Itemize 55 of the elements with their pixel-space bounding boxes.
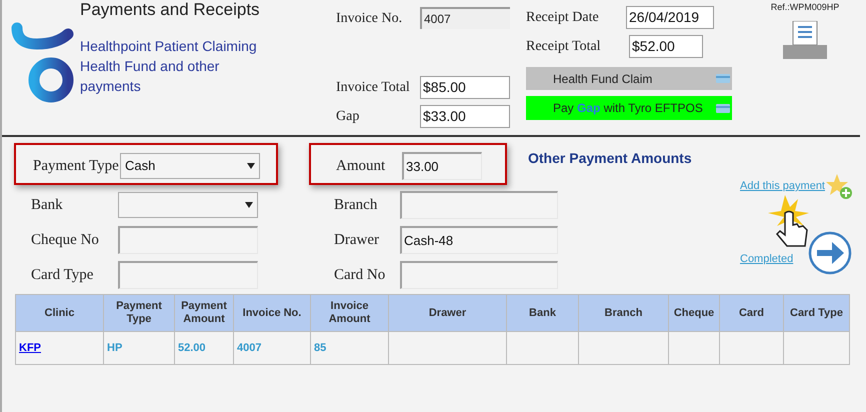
field-label: Cheque No xyxy=(31,230,100,250)
reference-code: Ref.:WPM009HP xyxy=(770,1,840,14)
select-field[interactable]: Cash xyxy=(120,153,260,179)
field-label: Gap xyxy=(336,108,360,126)
section-heading: Other Payment Amounts xyxy=(528,149,693,168)
field-label: Invoice No. xyxy=(336,10,404,28)
column-header: Invoice Amount xyxy=(310,294,388,332)
field-label: Receipt Total xyxy=(526,38,602,56)
input-field[interactable]: $52.00 xyxy=(629,34,703,58)
column-header: Bank xyxy=(506,294,578,332)
health-fund-claim-button[interactable]: Health Fund Claim xyxy=(526,67,732,90)
field-label: Card Type xyxy=(31,266,94,285)
star-plus-icon xyxy=(825,174,853,200)
input-field[interactable] xyxy=(400,191,558,219)
input-field[interactable] xyxy=(400,261,558,289)
input-field[interactable] xyxy=(118,226,258,254)
arrow-right-circle-icon[interactable] xyxy=(808,231,852,275)
column-header: Payment Amount xyxy=(174,294,234,332)
input-field[interactable] xyxy=(118,261,258,289)
column-header: Card xyxy=(720,294,784,332)
column-header: Clinic xyxy=(16,294,104,332)
column-header: Cheque xyxy=(668,294,720,332)
field-label: Amount xyxy=(336,156,386,176)
page-title: Payments and Receipts xyxy=(80,0,261,20)
clinic-link[interactable]: KFP xyxy=(19,342,41,354)
field-label: Card No xyxy=(334,266,386,285)
column-header: Card Type xyxy=(784,294,850,332)
input-field[interactable]: 26/04/2019 xyxy=(626,6,714,28)
dropdown-caret-icon xyxy=(245,201,253,209)
field-label: Branch xyxy=(334,196,378,215)
input-field[interactable]: 4007 xyxy=(420,7,510,29)
table-cell: HP xyxy=(104,332,174,364)
input-field[interactable]: $85.00 xyxy=(420,76,510,98)
select-field[interactable] xyxy=(118,192,258,218)
card-icon xyxy=(716,104,730,112)
table-cell: 85 xyxy=(310,332,388,364)
input-field[interactable]: 33.00 xyxy=(402,152,482,180)
table-cell: 52.00 xyxy=(174,332,234,364)
field-label: Bank xyxy=(31,196,64,215)
printer-icon[interactable] xyxy=(783,20,827,58)
column-header: Branch xyxy=(578,294,668,332)
page-subtitle: Healthpoint Patient Claiming Health Fund and other payments xyxy=(80,37,258,96)
dropdown-caret-icon xyxy=(247,162,255,170)
field-label: Invoice Total xyxy=(336,78,411,96)
card-icon xyxy=(716,74,730,83)
field-label: Drawer xyxy=(334,230,380,250)
table-cell: 4007 xyxy=(234,332,310,364)
field-label: Payment Type xyxy=(33,156,120,176)
column-header: Drawer xyxy=(388,294,506,332)
input-field[interactable]: $33.00 xyxy=(420,104,510,128)
input-field[interactable]: Cash-48 xyxy=(400,226,558,254)
field-label: Receipt Date xyxy=(526,8,600,26)
column-header: Invoice No. xyxy=(234,294,310,332)
column-header: Payment Type xyxy=(104,294,174,332)
pay-gap-button[interactable]: Pay Gap with Tyro EFTPOS xyxy=(526,96,732,120)
